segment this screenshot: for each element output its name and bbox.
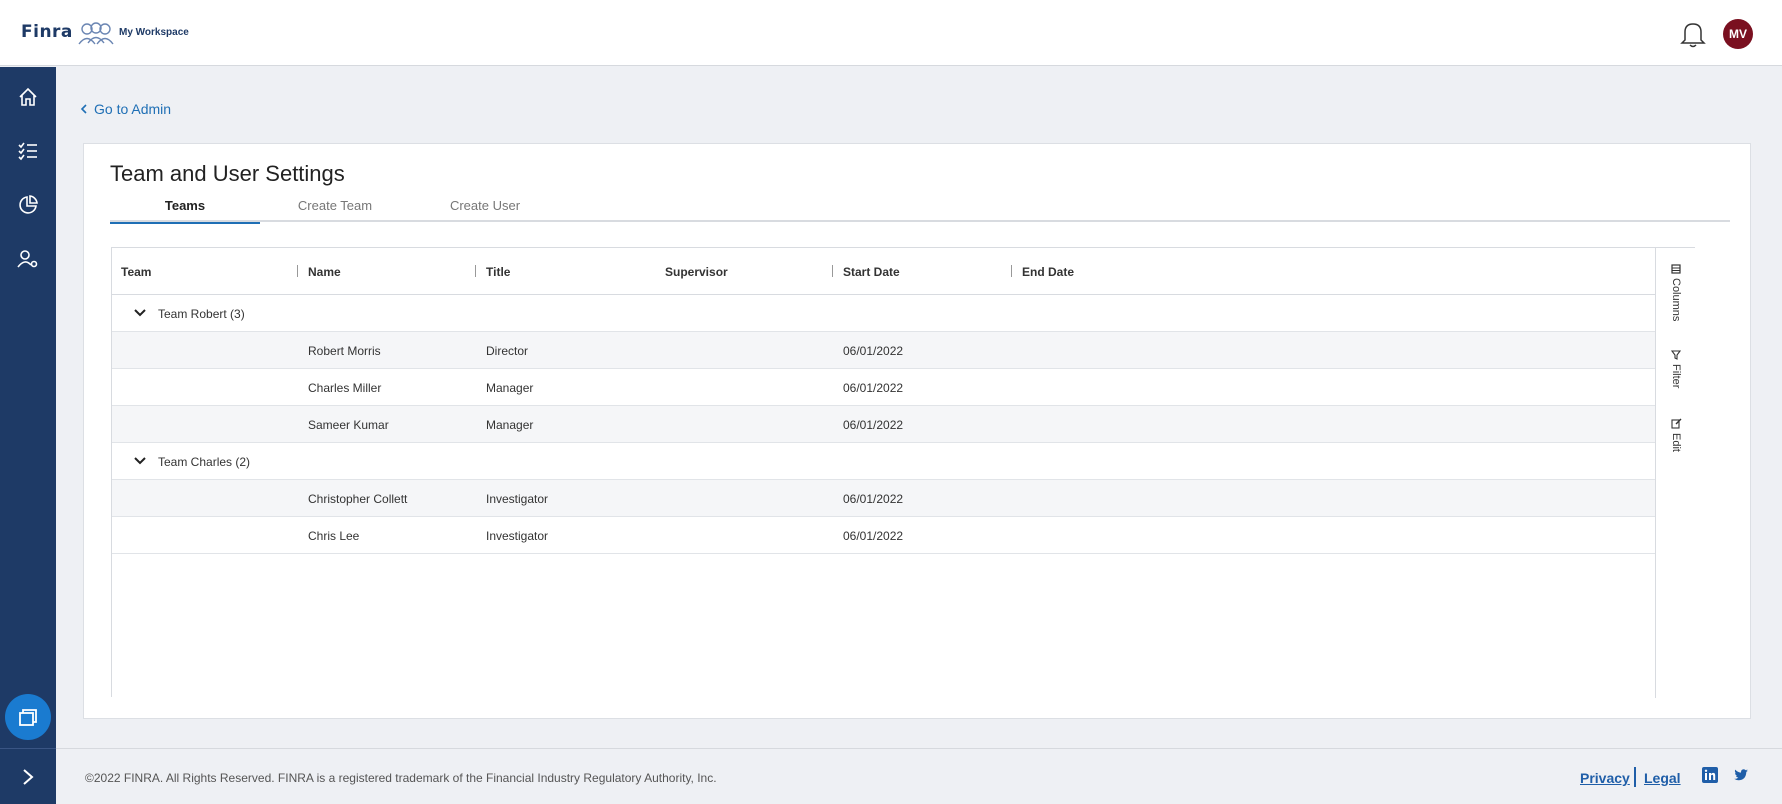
tab-bar: Teams Create Team Create User xyxy=(110,198,1730,224)
user-settings-icon[interactable] xyxy=(12,243,44,275)
analytics-pie-icon[interactable] xyxy=(12,189,44,221)
group-label: Team Charles (2) xyxy=(158,455,251,469)
task-list-icon[interactable] xyxy=(12,135,44,167)
table-row[interactable]: Sameer Kumar Manager 06/01/2022 xyxy=(112,406,1655,443)
edit-icon xyxy=(1670,418,1681,429)
filter-panel-button[interactable]: Filter xyxy=(1666,350,1686,388)
cell-name: Sameer Kumar xyxy=(308,418,389,432)
tab-create-team[interactable]: Create Team xyxy=(260,198,410,222)
edit-label: Edit xyxy=(1670,433,1682,452)
group-label: Team Robert (3) xyxy=(158,307,245,321)
cell-start-date: 06/01/2022 xyxy=(843,381,904,395)
settings-card: Team and User Settings Teams Create Team… xyxy=(83,143,1751,719)
cell-title: Director xyxy=(486,344,529,358)
notification-bell-icon[interactable] xyxy=(1679,19,1707,49)
twitter-icon[interactable] xyxy=(1733,767,1749,783)
user-avatar[interactable]: MV xyxy=(1723,19,1753,49)
column-separator[interactable] xyxy=(1011,265,1012,277)
linkedin-icon[interactable] xyxy=(1702,767,1718,783)
chevron-left-icon xyxy=(80,104,87,114)
column-header-name[interactable]: Name xyxy=(308,265,341,279)
top-header: Finra My Workspace MV xyxy=(0,0,1782,66)
group-row-team-robert[interactable]: Team Robert (3) xyxy=(112,295,1655,332)
cell-name: Christopher Collett xyxy=(308,492,408,506)
legal-link[interactable]: Legal xyxy=(1644,770,1681,786)
column-header-supervisor[interactable]: Supervisor xyxy=(665,265,728,279)
privacy-link[interactable]: Privacy xyxy=(1580,770,1630,786)
teams-grid: Team Name Title Supervisor Start Date En… xyxy=(111,247,1695,698)
cell-start-date: 06/01/2022 xyxy=(843,344,904,358)
home-icon[interactable] xyxy=(12,81,44,113)
cell-title: Investigator xyxy=(486,529,549,543)
left-nav xyxy=(0,67,56,804)
column-separator[interactable] xyxy=(475,265,476,277)
columns-label: Columns xyxy=(1670,278,1682,322)
filter-icon xyxy=(1671,350,1681,360)
columns-icon xyxy=(1671,264,1681,274)
footer: ©2022 FINRA. All Rights Reserved. FINRA … xyxy=(56,748,1782,804)
expand-nav-chevron-icon[interactable] xyxy=(12,761,44,793)
columns-panel-button[interactable]: Columns xyxy=(1666,264,1686,321)
nav-divider xyxy=(0,748,56,749)
grid-side-panel: Columns Filter Edit xyxy=(1655,248,1695,698)
column-separator[interactable] xyxy=(832,265,833,277)
table-row[interactable]: Charles Miller Manager 06/01/2022 xyxy=(112,369,1655,406)
table-row[interactable]: Christopher Collett Investigator 06/01/2… xyxy=(112,480,1655,517)
group-row-team-charles[interactable]: Team Charles (2) xyxy=(112,443,1655,480)
column-separator[interactable] xyxy=(297,265,298,277)
column-header-start-date[interactable]: Start Date xyxy=(843,265,900,279)
page-title: Team and User Settings xyxy=(110,161,345,186)
finra-logo[interactable]: Finra xyxy=(21,22,73,42)
grid-header: Team Name Title Supervisor Start Date En… xyxy=(112,248,1655,295)
tab-create-user[interactable]: Create User xyxy=(410,198,560,222)
table-row[interactable]: Robert Morris Director 06/01/2022 xyxy=(112,332,1655,369)
go-to-admin-link[interactable]: Go to Admin xyxy=(80,101,171,117)
column-header-title[interactable]: Title xyxy=(486,265,510,279)
table-row[interactable]: Chris Lee Investigator 06/01/2022 xyxy=(112,517,1655,554)
cell-title: Manager xyxy=(486,381,534,395)
cell-name: Robert Morris xyxy=(308,344,381,358)
footer-divider xyxy=(1634,767,1636,787)
column-header-team[interactable]: Team xyxy=(121,265,151,279)
cell-start-date: 06/01/2022 xyxy=(843,529,904,543)
workspace-title[interactable]: My Workspace xyxy=(119,27,189,38)
filter-label: Filter xyxy=(1670,364,1682,389)
cell-start-date: 06/01/2022 xyxy=(843,492,904,506)
column-header-end-date[interactable]: End Date xyxy=(1022,265,1074,279)
workspace-icon xyxy=(78,22,114,45)
cell-name: Charles Miller xyxy=(308,381,382,395)
windows-icon[interactable] xyxy=(5,694,51,740)
cell-title: Manager xyxy=(486,418,534,432)
copyright-text: ©2022 FINRA. All Rights Reserved. FINRA … xyxy=(85,771,717,785)
go-to-admin-label: Go to Admin xyxy=(94,101,172,117)
cell-name: Chris Lee xyxy=(308,529,360,543)
chevron-down-icon[interactable] xyxy=(134,456,146,466)
chevron-down-icon[interactable] xyxy=(134,308,146,318)
cell-start-date: 06/01/2022 xyxy=(843,418,904,432)
cell-title: Investigator xyxy=(486,492,549,506)
edit-panel-button[interactable]: Edit xyxy=(1666,418,1686,452)
tab-teams[interactable]: Teams xyxy=(110,198,260,224)
